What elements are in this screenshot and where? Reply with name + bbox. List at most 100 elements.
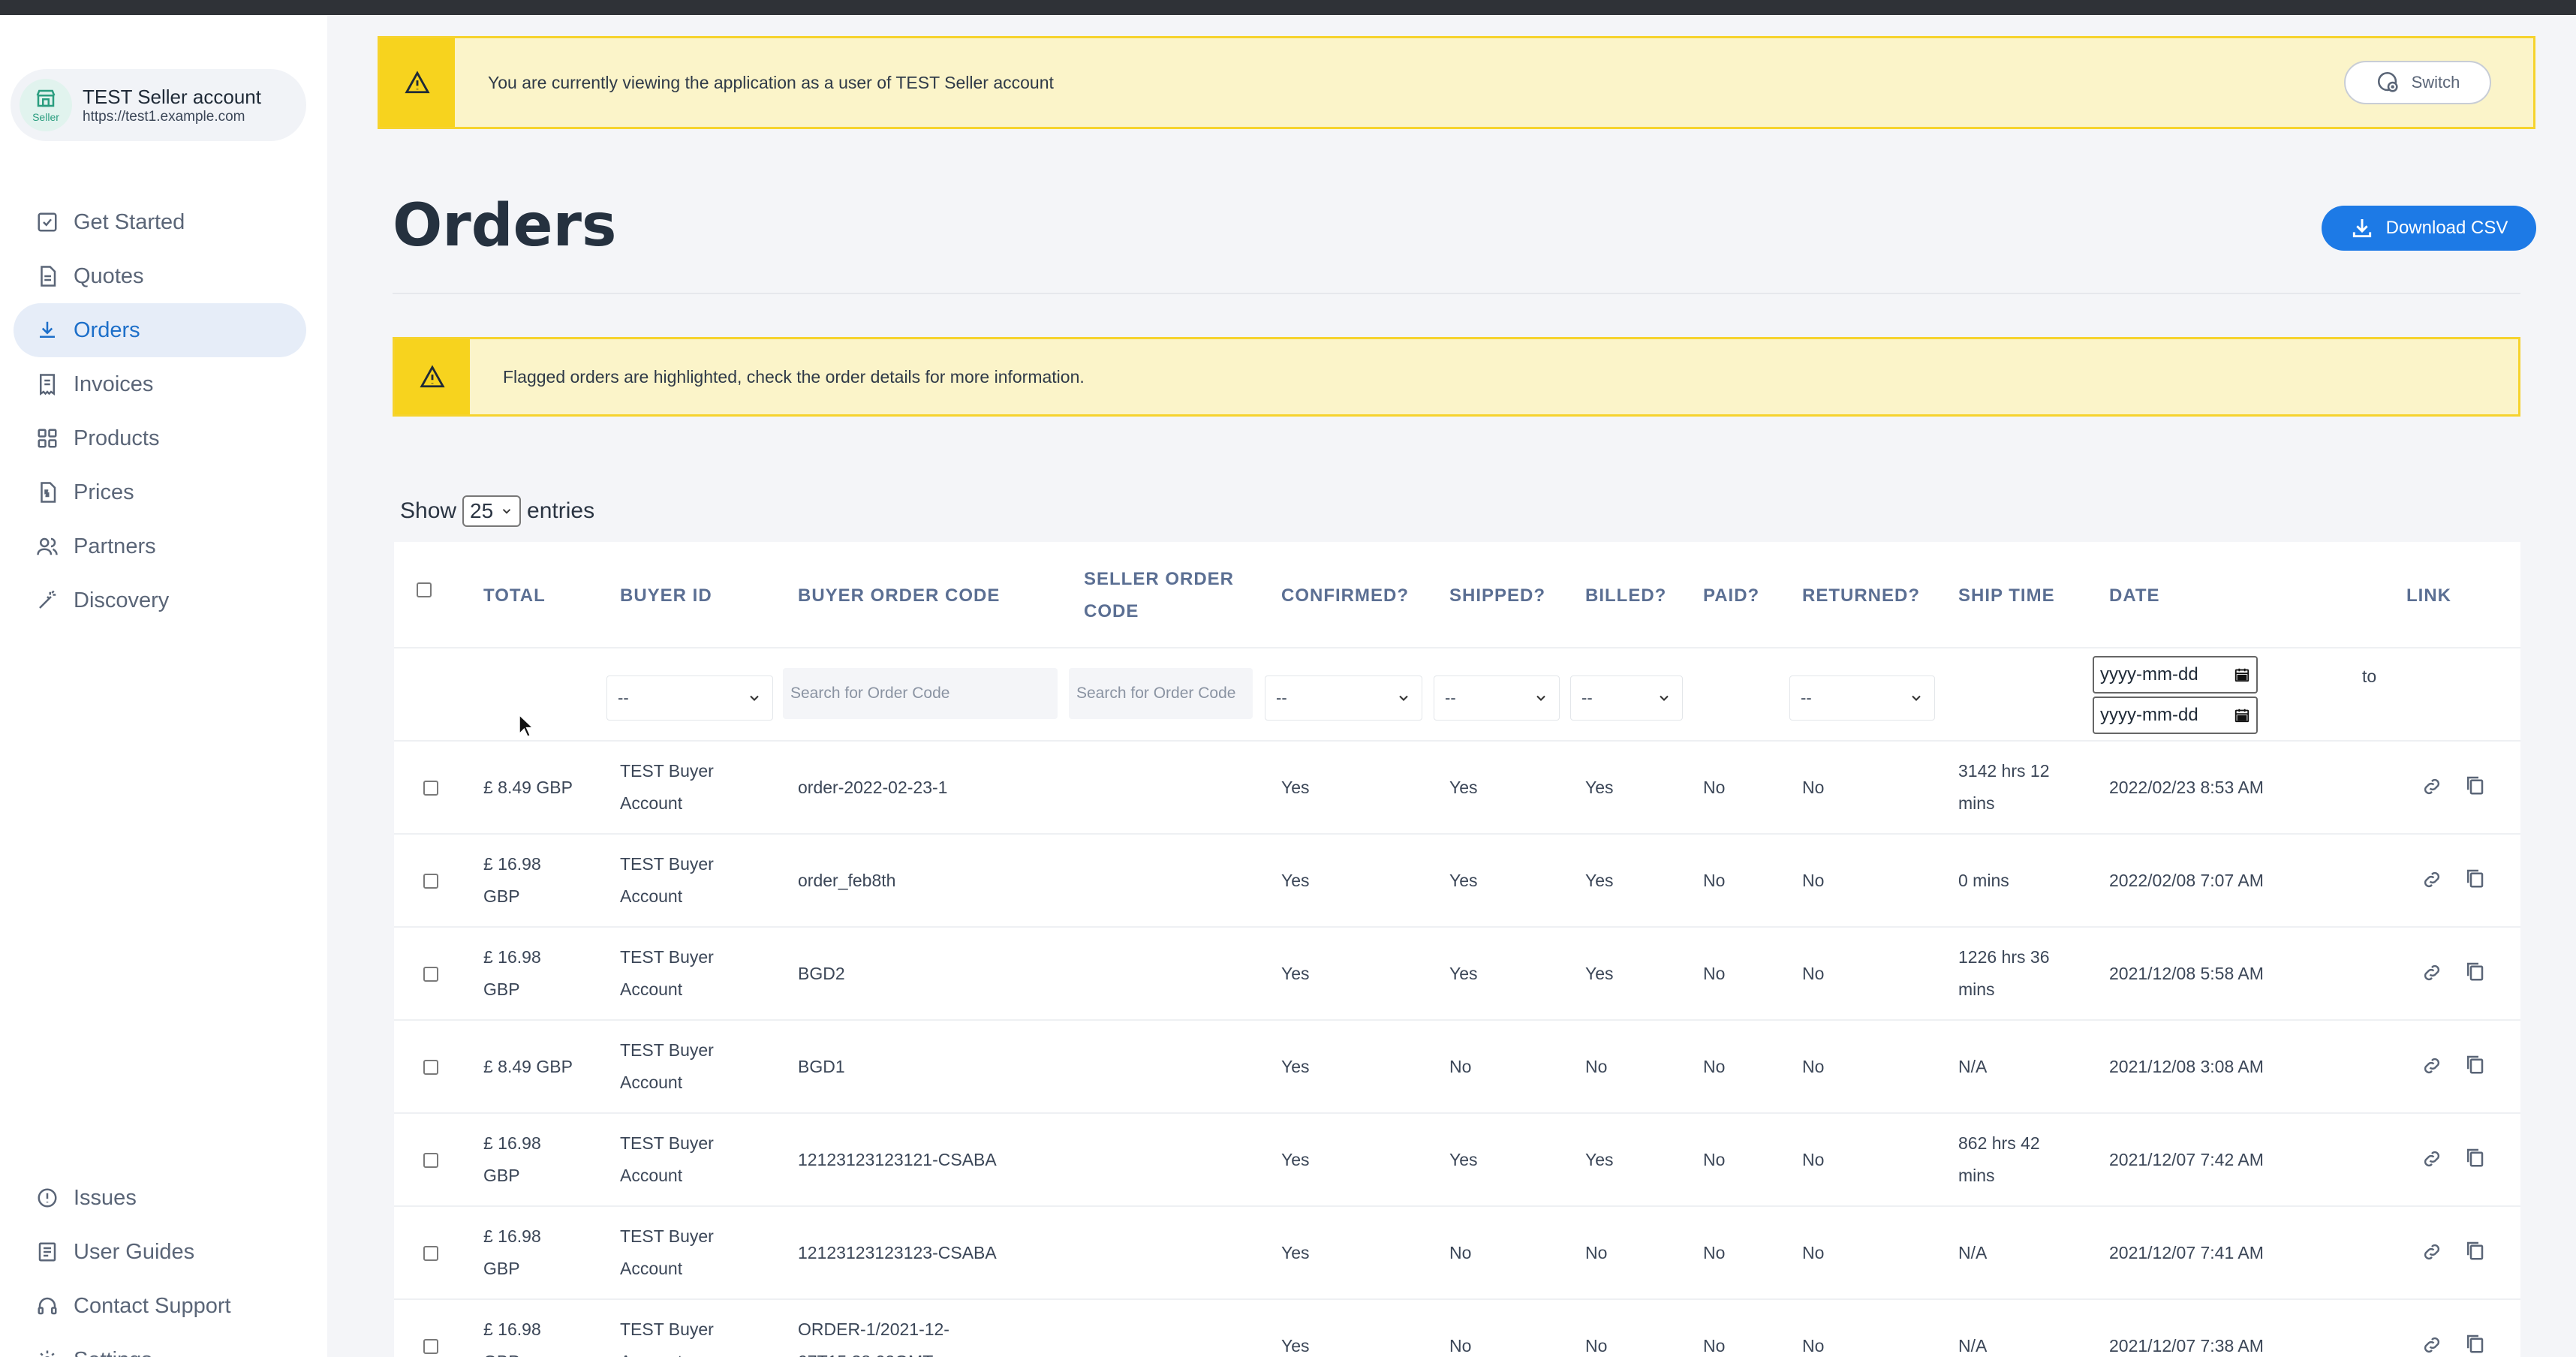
link-icon[interactable] [2421,961,2443,984]
sidebar-item-products[interactable]: Products [14,411,306,465]
copy-icon[interactable] [2463,774,2486,796]
header-seller-order-code[interactable]: SELLER ORDER [1084,563,1234,595]
entries-select[interactable]: 25 [462,495,522,527]
cell-code: order-2022-02-23-1 [798,778,948,797]
header-date[interactable]: DATE [2109,579,2160,612]
sidebar-item-settings[interactable]: Settings [14,1333,306,1357]
select-all-checkbox[interactable] [417,582,432,597]
link-icon[interactable] [2421,1334,2443,1356]
entries-value: 25 [470,499,494,522]
sidebar-item-label: Settings [74,1348,152,1357]
sidebar-item-prices[interactable]: Prices [14,465,306,519]
billed-filter[interactable]: -- [1570,675,1683,721]
link-icon[interactable] [2421,1241,2443,1263]
download-icon [40,321,55,338]
buyer-order-code-search[interactable]: Search for Order Code [783,668,1058,719]
row-checkbox[interactable] [423,967,438,982]
header-paid[interactable]: PAID? [1703,579,1759,612]
table-row[interactable]: £ 8.49 GBP TEST Buyer Account order-2022-02… [394,742,2520,835]
sidebar-item-contact-support[interactable]: Contact Support [14,1279,306,1333]
header-returned[interactable]: RETURNED? [1802,579,1920,612]
table-row[interactable]: £ 16.98 GBP TEST Buyer Account 1212312312312… [394,1207,2520,1300]
cell-date: 2021/12/07 7:41 AM [2109,1243,2264,1262]
row-checkbox[interactable] [423,1153,438,1168]
header-shipped[interactable]: SHIPPED? [1449,579,1545,612]
cell-returned: No [1802,1336,1825,1355]
sidebar-item-label: Discovery [74,588,170,612]
row-checkbox[interactable] [423,1339,438,1354]
table-row[interactable]: £ 16.98 GBP TEST Buyer Account 1212312312312… [394,1114,2520,1207]
cell-total: £ 16.98 [483,1319,541,1339]
sidebar-item-user-guides[interactable]: User Guides [14,1225,306,1279]
link-icon[interactable] [2421,868,2443,891]
entries-control: Show 25 entries [400,495,594,527]
calendar-icon [2234,668,2249,682]
cell-ship-time-line2: mins [1958,793,1995,813]
row-checkbox[interactable] [423,874,438,889]
switch-account-button[interactable]: Switch [2344,61,2491,104]
header-confirmed[interactable]: CONFIRMED? [1281,579,1409,612]
link-icon[interactable] [2421,1055,2443,1077]
sidebar-item-label: Invoices [74,372,154,396]
table-header: TOTAL BUYER ID BUYER ORDER CODE SELLER O… [394,542,2520,648]
sidebar-item-label: Orders [74,317,140,342]
cell-ship-time-line2: mins [1958,979,1995,999]
cell-confirmed: Yes [1281,964,1310,983]
table-row[interactable]: £ 16.98 GBP TEST Buyer Account order_feb8th Y… [394,835,2520,928]
filter-value: -- [1801,688,1812,707]
copy-icon[interactable] [2463,1146,2486,1169]
filter-row: -- Search for Order Code Search for Orde… [394,648,2520,742]
copy-icon[interactable] [2463,1239,2486,1262]
header-ship-time[interactable]: SHIP TIME [1958,579,2055,612]
cell-ship-time: 1226 hrs 36 [1958,947,2050,967]
account-switcher[interactable]: Seller TEST Seller account https://test1… [11,69,306,141]
download-csv-button[interactable]: Download CSV [2322,206,2536,251]
sidebar-item-quotes[interactable]: Quotes [14,249,306,303]
returned-filter[interactable]: -- [1789,675,1935,721]
table-row[interactable]: £ 8.49 GBP TEST Buyer Account BGD1 Yes No No No… [394,1021,2520,1114]
copy-icon[interactable] [2463,1332,2486,1355]
header-total[interactable]: TOTAL [483,579,546,612]
table-row[interactable]: £ 16.98 GBP TEST Buyer Account ORDER-1/2021-… [394,1300,2520,1357]
cell-code: 12123123123121-CSABA [798,1150,997,1169]
check-square-icon [38,212,57,232]
header-buyer-id[interactable]: BUYER ID [620,579,712,612]
sidebar-item-discovery[interactable]: Discovery [14,573,306,627]
date-to-input[interactable]: yyyy-mm-dd [2093,697,2258,734]
cell-buyer-line2: Account [620,886,683,906]
orders-table: TOTAL BUYER ID BUYER ORDER CODE SELLER O… [394,542,2520,1357]
shipped-filter[interactable]: -- [1434,675,1560,721]
cell-shipped: Yes [1449,1150,1478,1169]
header-billed[interactable]: BILLED? [1585,579,1666,612]
row-checkbox[interactable] [423,1246,438,1261]
cell-billed: Yes [1585,871,1614,890]
confirmed-filter[interactable]: -- [1265,675,1422,721]
copy-icon[interactable] [2463,960,2486,982]
cell-ship-time: N/A [1958,1336,1988,1355]
cell-buyer-line2: Account [620,1073,683,1092]
link-icon[interactable] [2421,1148,2443,1170]
cell-buyer: TEST Buyer [620,1226,714,1246]
copy-icon[interactable] [2463,1053,2486,1076]
buyer-id-filter[interactable]: -- [606,675,773,721]
copy-icon[interactable] [2463,867,2486,889]
seller-order-code-search[interactable]: Search for Order Code [1069,668,1253,719]
cell-billed: No [1585,1243,1608,1262]
sidebar-item-issues[interactable]: Issues [14,1171,306,1225]
cell-ship-time: N/A [1958,1243,1988,1262]
sidebar-item-invoices[interactable]: Invoices [14,357,306,411]
table-row[interactable]: £ 16.98 GBP TEST Buyer Account BGD2 Yes Yes Yes… [394,928,2520,1021]
sidebar-item-partners[interactable]: Partners [14,519,306,573]
sidebar-nav: Get Started Quotes Orders Invoices Produ… [14,195,306,627]
sidebar-item-orders[interactable]: Orders [14,303,306,357]
cell-ship-time: 862 hrs 42 [1958,1133,2040,1153]
link-icon[interactable] [2421,775,2443,798]
row-checkbox[interactable] [423,781,438,796]
cell-shipped: Yes [1449,778,1478,797]
sidebar-item-get-started[interactable]: Get Started [14,195,306,249]
date-from-input[interactable]: yyyy-mm-dd [2093,656,2258,694]
header-buyer-order-code[interactable]: BUYER ORDER CODE [798,579,1000,612]
row-checkbox[interactable] [423,1060,438,1075]
account-logo-label: Seller [32,111,59,123]
cell-date: 2021/12/07 7:42 AM [2109,1150,2264,1169]
